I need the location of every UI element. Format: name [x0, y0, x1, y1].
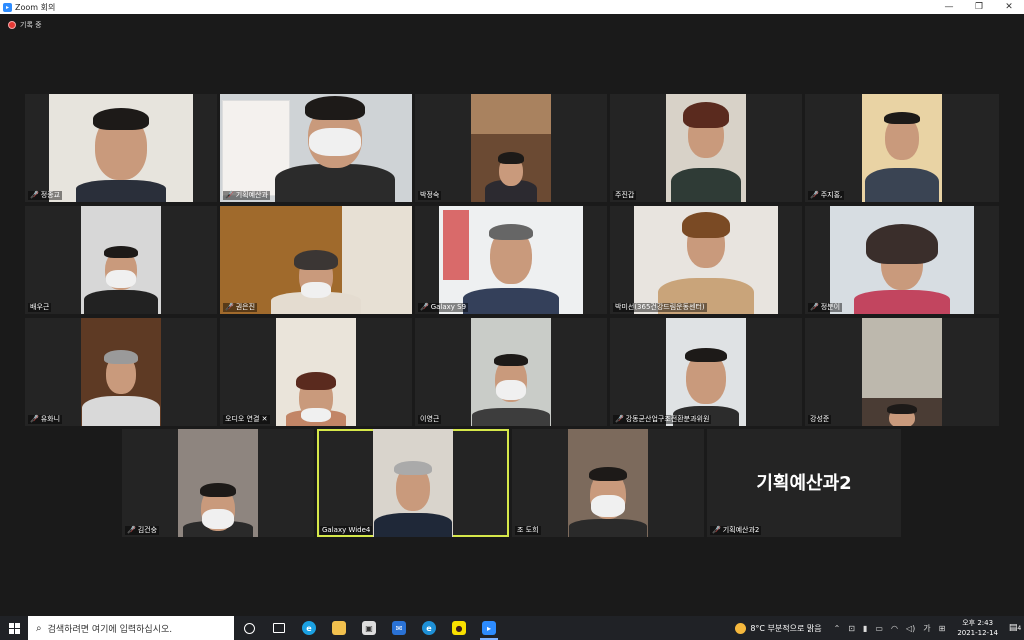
participant-name: 🎤̸ 정분이: [808, 303, 843, 312]
participant-tile[interactable]: 주진갑: [610, 94, 802, 202]
chevron-up-icon[interactable]: ⌃: [834, 624, 841, 633]
participant-name: 조 도희: [515, 526, 541, 535]
search-icon: ⌕: [36, 622, 42, 634]
participant-name: 🎤̸ 기획예산과: [223, 191, 270, 200]
participant-name: 🎤̸ 김건숭: [125, 526, 160, 535]
mic-muted-icon: 🎤̸: [810, 303, 819, 311]
file-explorer-icon[interactable]: [324, 616, 354, 640]
participant-name: 🎤̸ 강동균산업구조전환분과위원: [613, 415, 712, 424]
participant-name: 🎤̸ Galaxy S9: [418, 303, 469, 312]
ime-mode-icon[interactable]: ⊞: [939, 624, 946, 633]
zoom-app-icon[interactable]: ▸: [474, 616, 504, 640]
participant-tile[interactable]: 이영근: [415, 318, 607, 426]
participant-tile[interactable]: 🎤̸ 주지홍,: [805, 94, 999, 202]
participant-tile[interactable]: 🎤̸ 유화니: [25, 318, 217, 426]
mic-muted-icon: 🎤̸: [420, 303, 429, 311]
notification-center-button[interactable]: ▤ 4: [1006, 616, 1024, 640]
taskbar-search-input[interactable]: ⌕ 검색하려면 여기에 입력하십시오.: [28, 616, 234, 640]
battery-icon[interactable]: ▭: [875, 624, 883, 633]
participant-name: 강성준: [808, 415, 832, 424]
window-titlebar: ▸ Zoom 회의 — ❐ ✕: [0, 0, 1024, 14]
microphone-icon[interactable]: ▮: [863, 624, 867, 633]
minimize-button[interactable]: —: [934, 0, 964, 14]
close-button[interactable]: ✕: [994, 0, 1024, 14]
recording-label: 기록 중: [20, 21, 42, 29]
participant-tile[interactable]: 🎤̸ 정종교: [25, 94, 217, 202]
participant-tile[interactable]: 배우근: [25, 206, 217, 314]
taskbar-clock[interactable]: 오후 2:43 2021-12-14: [957, 618, 998, 638]
clock-date: 2021-12-14: [957, 629, 998, 637]
window-title: Zoom 회의: [15, 2, 56, 12]
internet-explorer-icon[interactable]: e: [414, 616, 444, 640]
participant-tile[interactable]: 기획예산과2 🎤̸ 기획예산과2: [707, 429, 901, 537]
participant-name: 🎤̸ 주지홍,: [808, 191, 845, 200]
mic-muted-icon: 🎤̸: [127, 526, 136, 534]
windows-logo-icon: [8, 622, 20, 634]
participant-tile[interactable]: 강성준: [805, 318, 999, 426]
mic-muted-icon: 🎤̸: [30, 415, 39, 423]
audio-disconnected-icon: ✕: [261, 415, 268, 423]
edge-icon[interactable]: e: [294, 616, 324, 640]
participant-tile[interactable]: 조 도희: [512, 429, 704, 537]
participant-name: 박미선(365건강드림운동센터): [613, 303, 707, 312]
clock-time: 오후 2:43: [962, 619, 994, 627]
participant-name: 박정숙: [418, 191, 442, 200]
participant-name: 🎤̸ 권은진: [223, 303, 258, 312]
participant-tile[interactable]: 박정숙: [415, 94, 607, 202]
participant-tile[interactable]: 박미선(365건강드림운동센터): [610, 206, 802, 314]
mic-muted-icon: 🎤̸: [615, 415, 624, 423]
weather-widget[interactable]: 8°C 부분적으로 맑음: [735, 622, 822, 634]
participant-name: 주진갑: [613, 191, 637, 200]
participant-name: 🎤̸ 정종교: [28, 191, 63, 200]
network-icon[interactable]: ⊡: [848, 624, 855, 633]
participant-tile[interactable]: 🎤̸ 정분이: [805, 206, 999, 314]
restore-button[interactable]: ❐: [964, 0, 994, 14]
mail-icon[interactable]: ✉: [384, 616, 414, 640]
record-icon: [8, 21, 16, 29]
participant-display-name: 기획예산과2: [756, 473, 852, 494]
kakaotalk-icon[interactable]: ●: [444, 616, 474, 640]
participant-name: 🎤̸ 유화니: [28, 415, 63, 424]
mic-muted-icon: 🎤̸: [712, 526, 721, 534]
system-tray: 8°C 부분적으로 맑음 ⌃ ⊡ ▮ ▭ ◠ ◁) 가 ⊞ 오후 2:43 20…: [735, 616, 1024, 640]
volume-icon[interactable]: ◁): [906, 624, 915, 633]
participant-tile[interactable]: 🎤̸ 강동균산업구조전환분과위원: [610, 318, 802, 426]
mic-muted-icon: 🎤̸: [225, 191, 234, 199]
wifi-icon[interactable]: ◠: [891, 624, 898, 633]
participant-name: 오디오 연결 ✕: [223, 415, 270, 424]
ime-indicator[interactable]: 가: [923, 623, 930, 634]
participant-name: 배우근: [28, 303, 52, 312]
task-view-icon[interactable]: [264, 616, 294, 640]
store-icon[interactable]: ▣: [354, 616, 384, 640]
mic-muted-icon: 🎤̸: [30, 191, 39, 199]
participant-tile[interactable]: 🎤̸ 김건숭: [122, 429, 314, 537]
recording-indicator[interactable]: 기록 중: [8, 20, 42, 30]
participant-name: 🎤̸ 기획예산과2: [710, 526, 762, 535]
participant-tile[interactable]: 🎤̸ Galaxy S9: [415, 206, 607, 314]
start-button[interactable]: [0, 616, 28, 640]
participant-name: 이영근: [418, 415, 442, 424]
participant-tile-active-speaker[interactable]: Galaxy Wide4: [317, 429, 509, 537]
mic-muted-icon: 🎤̸: [810, 191, 819, 199]
windows-taskbar: ⌕ 검색하려면 여기에 입력하십시오. e ▣ ✉ e ● ▸ 8°C 부분적으…: [0, 616, 1024, 640]
notification-count: 4: [1017, 624, 1022, 632]
participant-tile[interactable]: 🎤̸ 권은진: [220, 206, 412, 314]
mic-muted-icon: 🎤̸: [225, 303, 234, 311]
notification-icon: ▤: [1008, 623, 1018, 633]
participant-tile[interactable]: 오디오 연결 ✕: [220, 318, 412, 426]
participant-tile[interactable]: 🎤̸ 기획예산과: [220, 94, 412, 202]
zoom-logo-icon: ▸: [3, 2, 12, 12]
weather-sun-icon: [735, 622, 747, 634]
cortana-icon[interactable]: [234, 616, 264, 640]
participant-name: Galaxy Wide4: [320, 526, 373, 535]
